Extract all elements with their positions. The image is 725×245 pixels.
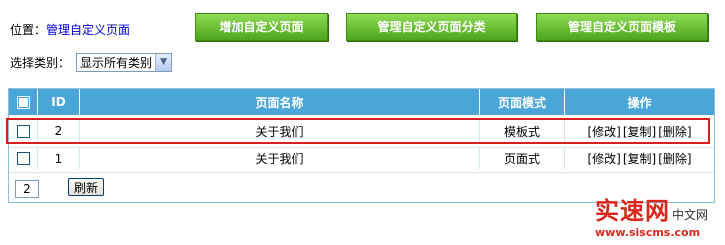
header-page-name: 页面名称 xyxy=(80,89,480,115)
manage-categories-button[interactable]: 管理自定义页面分类 xyxy=(346,13,517,41)
watermark-big: 实速网 xyxy=(595,197,670,225)
category-select[interactable]: 显示所有类别 ▼ xyxy=(76,52,173,72)
row-page-name: 关于我们 xyxy=(80,148,480,169)
breadcrumb-current-link[interactable]: 管理自定义页面 xyxy=(46,23,130,37)
copy-link[interactable]: [复制] xyxy=(623,150,656,167)
watermark-title: 实速网 中文网 xyxy=(595,198,708,224)
category-select-value: 显示所有类别 xyxy=(80,55,153,70)
copy-link[interactable]: [复制] xyxy=(623,123,656,140)
row-page-name: 关于我们 xyxy=(80,120,480,142)
chevron-down-icon[interactable]: ▼ xyxy=(155,53,172,71)
row-id: 2 xyxy=(38,120,80,142)
table-row: 1 关于我们 页面式 [修改] [复制] [删除] xyxy=(9,147,714,169)
delete-link[interactable]: [删除] xyxy=(658,123,691,140)
page-number-input[interactable]: 2 xyxy=(15,180,39,198)
category-filter: 选择类别： 显示所有类别 ▼ xyxy=(10,52,173,72)
row-page-mode: 页面式 xyxy=(480,148,565,169)
breadcrumb-prefix: 位置： xyxy=(10,23,47,37)
header-select-all-cell xyxy=(9,89,38,115)
top-bar: 位置：管理自定义页面 增加自定义页面 管理自定义页面分类 管理自定义页面模板 xyxy=(0,0,725,50)
refresh-button[interactable]: 刷新 xyxy=(68,178,105,196)
header-id: ID xyxy=(38,89,80,115)
select-all-checkbox[interactable] xyxy=(16,95,30,109)
header-page-mode: 页面模式 xyxy=(480,89,565,115)
watermark-url: www.siscms.com xyxy=(595,226,701,239)
breadcrumb: 位置：管理自定义页面 xyxy=(10,21,130,38)
filter-label: 选择类别： xyxy=(10,55,71,70)
row-page-mode: 模板式 xyxy=(480,120,565,142)
table-row: 2 关于我们 模板式 [修改] [复制] [删除] xyxy=(9,120,714,142)
delete-link[interactable]: [删除] xyxy=(658,150,691,167)
edit-link[interactable]: [修改] xyxy=(587,150,620,167)
row-id: 1 xyxy=(38,148,80,169)
row-checkbox[interactable] xyxy=(16,152,30,165)
row-actions: [修改] [复制] [删除] xyxy=(565,148,714,169)
row-checkbox[interactable] xyxy=(16,124,30,138)
table-header-row: ID 页面名称 页面模式 操作 xyxy=(9,89,714,115)
row-select-cell xyxy=(9,120,38,142)
add-page-button[interactable]: 增加自定义页面 xyxy=(195,13,328,41)
row-actions: [修改] [复制] [删除] xyxy=(565,120,714,142)
pages-table: ID 页面名称 页面模式 操作 2 关于我们 模板式 [修改] [复制] [删除… xyxy=(8,88,715,203)
edit-link[interactable]: [修改] xyxy=(587,123,620,140)
manage-templates-button[interactable]: 管理自定义页面模板 xyxy=(536,13,708,41)
watermark-small: 中文网 xyxy=(672,208,709,222)
watermark: 实速网 中文网 www.siscms.com xyxy=(595,198,723,244)
header-actions: 操作 xyxy=(627,95,652,110)
row-select-cell xyxy=(9,148,38,169)
